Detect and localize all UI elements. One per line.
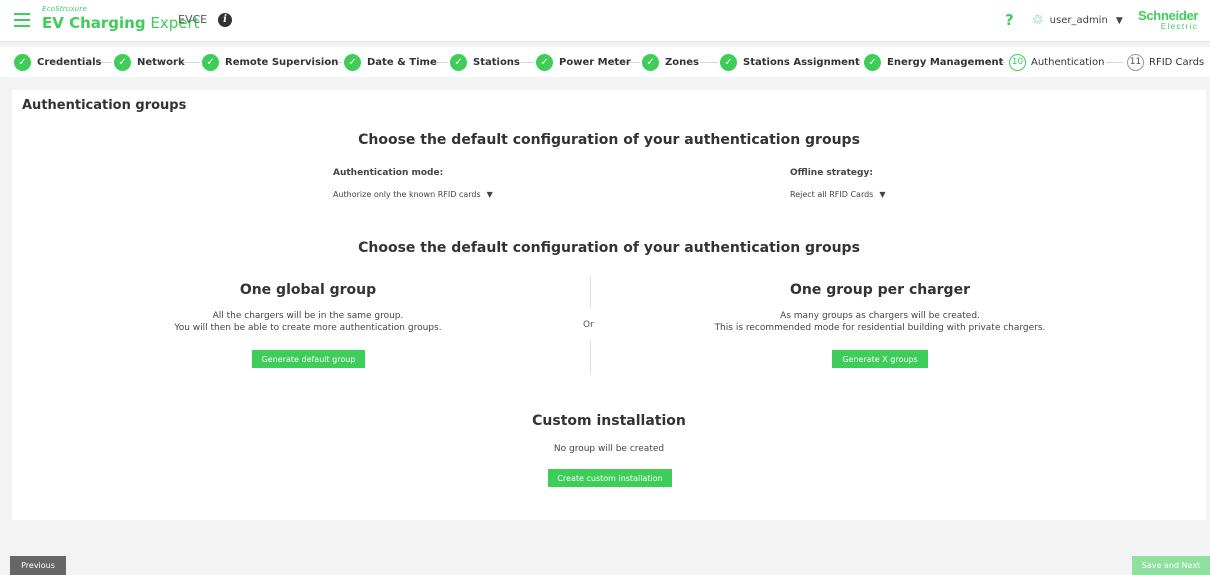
check-icon: ✓ [344,53,361,71]
check-icon: ✓ [720,53,737,71]
step-connector [1106,62,1124,63]
custom-installation-description: No group will be created [553,444,665,454]
info-icon[interactable]: i [218,13,232,27]
create-custom-installation-button[interactable]: Create custom installation [548,469,672,487]
step-stations-assignment[interactable]: ✓ Stations Assignment [720,53,860,71]
user-icon: ♲ [1032,13,1044,28]
check-icon: ✓ [202,53,219,71]
logo-main: Schneider [1138,8,1199,23]
chevron-down-icon: ▼ [486,190,493,199]
brand-ecostruxure: EcoStruxure [42,5,88,13]
step-label: Credentials [37,56,102,68]
auth-mode-select[interactable]: Authorize only the known RFID cards ▼ [333,190,493,199]
step-network[interactable]: ✓ Network [114,53,185,71]
step-rfid-cards[interactable]: 11 RFID Cards [1127,53,1204,71]
chevron-down-icon: ▼ [879,190,886,199]
previous-button[interactable]: Previous [10,556,66,575]
step-zones[interactable]: ✓ Zones [642,53,699,71]
wizard-stepper: ✓ Credentials ✓ Network ✓ Remote Supervi… [0,47,1210,77]
global-group-description: All the chargers will be in the same gro… [108,310,508,334]
page-title: Authentication groups [22,98,187,113]
logo-sub: Electric [1160,22,1199,31]
help-icon[interactable]: ? [1005,11,1014,29]
global-group-title: One global group [239,282,377,298]
step-power-meter[interactable]: ✓ Power Meter [536,53,631,71]
vertical-divider [590,276,591,308]
offline-strategy-label: Offline strategy: [790,168,873,178]
auth-mode-value: Authorize only the known RFID cards [333,190,481,199]
per-charger-line1: As many groups as chargers will be creat… [780,311,980,321]
brand-title: EV Charging Expert [42,14,200,33]
step-connector [700,62,718,63]
step-label: Remote Supervision [225,56,339,68]
offline-strategy-select[interactable]: Reject all RFID Cards ▼ [790,190,886,199]
check-icon: ✓ [864,53,881,71]
custom-installation-title: Custom installation [532,413,686,429]
check-icon: ✓ [642,53,659,71]
step-label: Stations [473,56,520,68]
check-icon: ✓ [114,53,131,71]
global-group-line2: You will then be able to create more aut… [174,323,442,333]
app-brand: EcoStruxure EV Charging Expert [42,5,200,33]
per-charger-title: One group per charger [790,282,970,298]
step-label: Energy Management [887,56,1004,68]
check-icon: ✓ [536,53,553,71]
step-label: Date & Time [367,56,437,68]
user-name: user_admin [1049,15,1108,26]
step-label: Network [137,56,185,68]
groups-section-title: Choose the default configuration of your… [358,240,860,256]
check-icon: ✓ [14,53,31,71]
step-energy-management[interactable]: ✓ Energy Management [864,53,1003,71]
offline-strategy-value: Reject all RFID Cards [790,190,874,199]
app-code: EVCE [178,13,208,26]
check-icon: ✓ [450,53,467,71]
menu-icon[interactable] [14,13,30,27]
per-charger-description: As many groups as chargers will be creat… [680,310,1080,334]
step-label: Stations Assignment [743,56,860,68]
step-label: RFID Cards [1149,56,1205,68]
step-label: Authentication [1031,56,1105,68]
chevron-down-icon: ▼ [1115,15,1123,26]
save-and-next-button[interactable]: Save and Next [1132,556,1210,575]
auth-mode-label: Authentication mode: [333,168,444,178]
or-label: Or [583,320,594,330]
step-credentials[interactable]: ✓ Credentials [14,53,101,71]
defaults-section-title: Choose the default configuration of your… [358,132,860,148]
brand-title-bold: EV Charging [42,14,146,32]
step-stations[interactable]: ✓ Stations [450,53,520,71]
schneider-logo: Schneider Electric [1138,9,1198,31]
global-group-line1: All the chargers will be in the same gro… [212,311,404,321]
step-authentication[interactable]: 10 Authentication [1009,53,1104,71]
generate-default-group-button[interactable]: Generate default group [252,350,365,368]
main-panel: Authentication groups Choose the default… [12,90,1206,520]
step-remote-supervision[interactable]: ✓ Remote Supervision [202,53,338,71]
step-number: 10 [1009,53,1026,71]
per-charger-line2: This is recommended mode for residential… [714,323,1046,333]
user-menu[interactable]: ♲ user_admin ▼ [1032,13,1123,28]
step-label: Power Meter [559,56,631,68]
step-date-time[interactable]: ✓ Date & Time [344,53,437,71]
top-header: EcoStruxure EV Charging Expert EVCE i ? … [0,0,1210,42]
vertical-divider [590,340,591,374]
generate-x-groups-button[interactable]: Generate X groups [832,350,928,368]
step-label: Zones [665,56,699,68]
step-number: 11 [1127,53,1144,71]
